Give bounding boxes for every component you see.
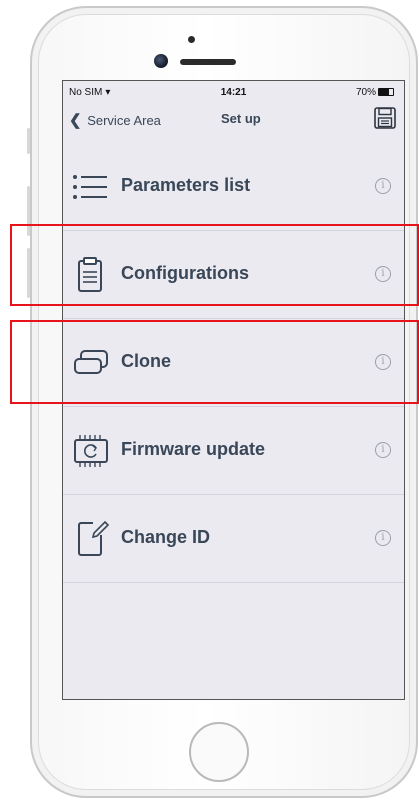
- setup-list: Parameters list i Configurations i Clone…: [63, 143, 404, 583]
- clipboard-icon: [71, 255, 111, 295]
- volume-up-button: [27, 186, 30, 236]
- list-item-label: Clone: [121, 351, 172, 371]
- front-camera: [154, 54, 168, 68]
- list-item-firmware[interactable]: Firmware update i: [63, 407, 404, 495]
- edit-document-icon: [71, 519, 111, 559]
- volume-down-button: [27, 248, 30, 298]
- back-button[interactable]: ❮ Service Area: [69, 111, 161, 129]
- back-label: Service Area: [87, 113, 161, 128]
- info-icon[interactable]: i: [375, 354, 391, 370]
- status-time: 14:21: [220, 87, 247, 98]
- list-item-clone[interactable]: Clone i: [63, 319, 404, 407]
- list-icon: [71, 167, 111, 207]
- save-icon[interactable]: [374, 107, 396, 134]
- mute-switch: [27, 128, 30, 154]
- battery-icon: [378, 88, 394, 97]
- list-item-parameters[interactable]: Parameters list i: [63, 143, 404, 231]
- info-icon[interactable]: i: [375, 266, 391, 282]
- page-title: Set up: [221, 111, 261, 126]
- earpiece-speaker: [180, 59, 236, 65]
- list-item-change-id[interactable]: Change ID i: [63, 495, 404, 583]
- list-item-label: Configurations: [121, 263, 249, 283]
- sensor-dot: [188, 36, 195, 43]
- battery-percent: 70%: [355, 87, 376, 98]
- home-button[interactable]: [189, 722, 249, 782]
- list-item-label: Firmware update: [121, 439, 266, 459]
- list-item-label: Change ID: [121, 527, 211, 547]
- navigation-bar: ❮ Service Area Set up: [63, 101, 404, 137]
- list-item-configurations[interactable]: Configurations i: [63, 231, 404, 319]
- clone-icon: [71, 343, 111, 383]
- chip-refresh-icon: [71, 431, 111, 471]
- status-bar: No SIM ▾ 14:21 70%: [63, 81, 404, 103]
- info-icon[interactable]: i: [375, 530, 391, 546]
- chevron-left-icon: ❮: [69, 112, 82, 129]
- list-item-label: Parameters list: [121, 175, 251, 195]
- app-screen: No SIM▾ 14:21 70% ❮ Service Area Set up: [62, 80, 405, 700]
- battery-status: 70%: [356, 87, 394, 98]
- info-icon[interactable]: i: [375, 442, 391, 458]
- info-icon[interactable]: i: [375, 178, 391, 194]
